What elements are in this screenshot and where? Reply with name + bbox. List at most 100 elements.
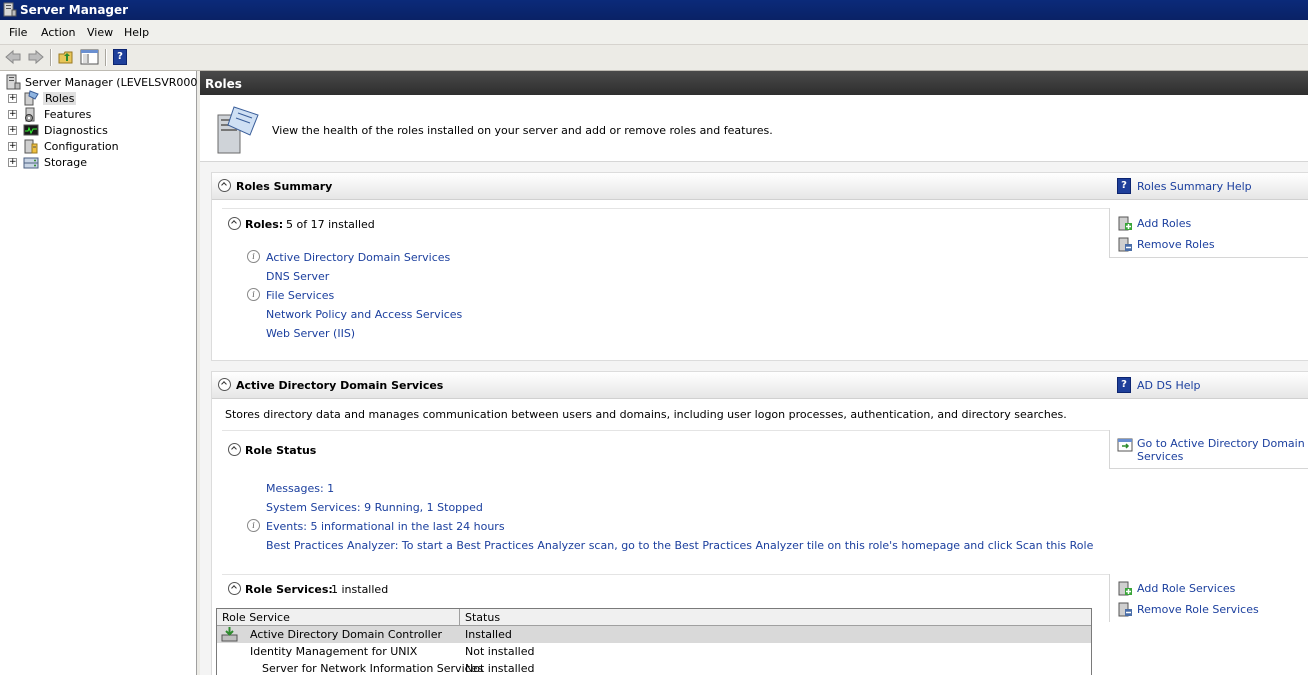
- show-hide-console-tree-icon[interactable]: [80, 48, 99, 66]
- features-icon: [25, 107, 35, 122]
- messages-link[interactable]: Messages: 1: [266, 482, 334, 495]
- role-link[interactable]: Network Policy and Access Services: [266, 308, 462, 321]
- expand-icon[interactable]: +: [8, 142, 17, 151]
- role-service-name: Active Directory Domain Controller: [250, 628, 443, 641]
- menu-action[interactable]: Action: [41, 26, 75, 39]
- expand-icon[interactable]: +: [8, 110, 17, 119]
- expand-icon[interactable]: +: [8, 158, 17, 167]
- add-roles-link[interactable]: Add Roles: [1137, 217, 1191, 230]
- up-folder-icon[interactable]: [57, 48, 76, 66]
- role-status-title: Role Status: [245, 444, 317, 457]
- roles-actions-panel: Add Roles Remove Roles: [1109, 208, 1308, 258]
- help-icon[interactable]: ?: [113, 49, 127, 65]
- roles-count: 5 of 17 installed: [286, 218, 375, 231]
- intro-panel: View the health of the roles installed o…: [200, 95, 1308, 162]
- roles-subsection: Roles: 5 of 17 installed i Active Direct…: [222, 208, 1109, 359]
- go-to-role-icon: [1117, 438, 1133, 452]
- tree-item-label: Configuration: [44, 140, 119, 153]
- info-icon: i: [247, 288, 260, 301]
- add-role-services-icon: [1118, 581, 1132, 596]
- main-header: Roles: [200, 71, 1308, 95]
- tree-item-diagnostics[interactable]: + Diagnostics: [8, 122, 196, 138]
- events-link[interactable]: Events: 5 informational in the last 24 h…: [266, 520, 505, 533]
- tree-root-label: Server Manager (LEVELSVR0000): [25, 76, 209, 89]
- role-services-table: Role Service Status Active Directory Dom…: [216, 608, 1092, 675]
- collapse-icon[interactable]: [228, 443, 241, 456]
- content-area: Roles Summary ? Roles Summary Help Roles…: [200, 162, 1308, 675]
- adds-header: Active Directory Domain Services ? AD DS…: [212, 372, 1308, 399]
- add-role-services-link[interactable]: Add Role Services: [1137, 582, 1235, 595]
- toolbar-separator: [105, 49, 107, 66]
- role-services-title: Role Services:: [245, 583, 333, 596]
- collapse-icon[interactable]: [228, 582, 241, 595]
- roles-summary-header: Roles Summary ? Roles Summary Help: [212, 173, 1308, 200]
- role-link[interactable]: DNS Server: [266, 270, 329, 283]
- menu-view[interactable]: View: [87, 26, 113, 39]
- add-roles-icon: [1118, 216, 1132, 231]
- info-icon: i: [247, 519, 260, 532]
- console-tree: Server Manager (LEVELSVR0000) + Roles + …: [0, 71, 209, 675]
- main-pane: Roles View the health of the roles insta…: [200, 71, 1308, 675]
- server-manager-icon: [6, 74, 21, 90]
- title-bar: Server Manager: [0, 0, 1308, 20]
- expand-icon[interactable]: +: [8, 126, 17, 135]
- adds-help-link[interactable]: AD DS Help: [1137, 379, 1201, 392]
- roles-label: Roles:: [245, 218, 284, 231]
- roles-banner-icon: [217, 106, 259, 154]
- roles-icon: [24, 90, 39, 106]
- toolbar-separator: [50, 49, 52, 66]
- role-service-name: Server for Network Information Services: [262, 662, 484, 675]
- table-row[interactable]: Identity Management for UNIX Not install…: [217, 643, 1091, 660]
- tree-item-configuration[interactable]: + Configuration: [8, 138, 196, 154]
- tree-item-label: Storage: [44, 156, 88, 169]
- window-title: Server Manager: [20, 3, 129, 17]
- menu-file[interactable]: File: [9, 26, 27, 39]
- tree-item-features[interactable]: + Features: [8, 106, 196, 122]
- go-to-adds-link[interactable]: Go to Active Directory Domain: [1137, 437, 1305, 450]
- menu-bar: File Action View Help: [0, 20, 1308, 45]
- column-header-status[interactable]: Status: [465, 611, 500, 624]
- role-service-name: Identity Management for UNIX: [250, 645, 418, 658]
- server-manager-icon: [3, 2, 17, 17]
- back-icon[interactable]: [4, 48, 23, 66]
- page-title: Roles: [205, 77, 242, 91]
- diagnostics-icon: [23, 124, 39, 136]
- system-services-link[interactable]: System Services: 9 Running, 1 Stopped: [266, 501, 483, 514]
- forward-icon[interactable]: [26, 48, 45, 66]
- remove-roles-link[interactable]: Remove Roles: [1137, 238, 1215, 251]
- configuration-icon: [24, 139, 38, 154]
- collapse-icon[interactable]: [228, 217, 241, 230]
- roles-summary-section: Roles Summary ? Roles Summary Help Roles…: [211, 172, 1308, 361]
- tree-item-storage[interactable]: + Storage: [8, 154, 196, 170]
- tree-item-roles[interactable]: + Roles: [8, 90, 196, 106]
- go-to-adds-link-line2[interactable]: Services: [1137, 450, 1183, 463]
- remove-roles-icon: [1118, 237, 1132, 252]
- column-header-role-service[interactable]: Role Service: [222, 611, 290, 624]
- role-services-count: 1 installed: [331, 583, 389, 596]
- role-link[interactable]: Active Directory Domain Services: [266, 251, 450, 264]
- role-service-status: Not installed: [465, 645, 535, 658]
- best-practices-analyzer-link[interactable]: Best Practices Analyzer: To start a Best…: [266, 539, 1093, 552]
- role-status-subsection: Role Status Messages: 1 System Services:…: [222, 430, 1109, 574]
- menu-help[interactable]: Help: [124, 26, 149, 39]
- remove-role-services-link[interactable]: Remove Role Services: [1137, 603, 1259, 616]
- help-icon[interactable]: ?: [1117, 178, 1131, 194]
- adds-description: Stores directory data and manages commun…: [225, 408, 1067, 421]
- remove-role-services-icon: [1118, 602, 1132, 617]
- collapse-icon[interactable]: [218, 378, 231, 391]
- role-link[interactable]: Web Server (IIS): [266, 327, 355, 340]
- table-row[interactable]: Active Directory Domain Controller Insta…: [217, 626, 1091, 643]
- tree-root[interactable]: Server Manager (LEVELSVR0000): [5, 74, 209, 90]
- table-row[interactable]: Server for Network Information Services …: [217, 660, 1091, 675]
- expand-icon[interactable]: +: [8, 94, 17, 103]
- role-status-actions-panel: Go to Active Directory Domain Services: [1109, 430, 1308, 469]
- column-divider[interactable]: [459, 609, 460, 625]
- roles-summary-help-link[interactable]: Roles Summary Help: [1137, 180, 1252, 193]
- help-icon[interactable]: ?: [1117, 377, 1131, 393]
- tree-item-label: Diagnostics: [44, 124, 108, 137]
- role-link[interactable]: File Services: [266, 289, 334, 302]
- tree-item-label: Roles: [43, 92, 77, 105]
- role-service-status: Installed: [465, 628, 512, 641]
- collapse-icon[interactable]: [218, 179, 231, 192]
- tree-item-label: Features: [44, 108, 92, 121]
